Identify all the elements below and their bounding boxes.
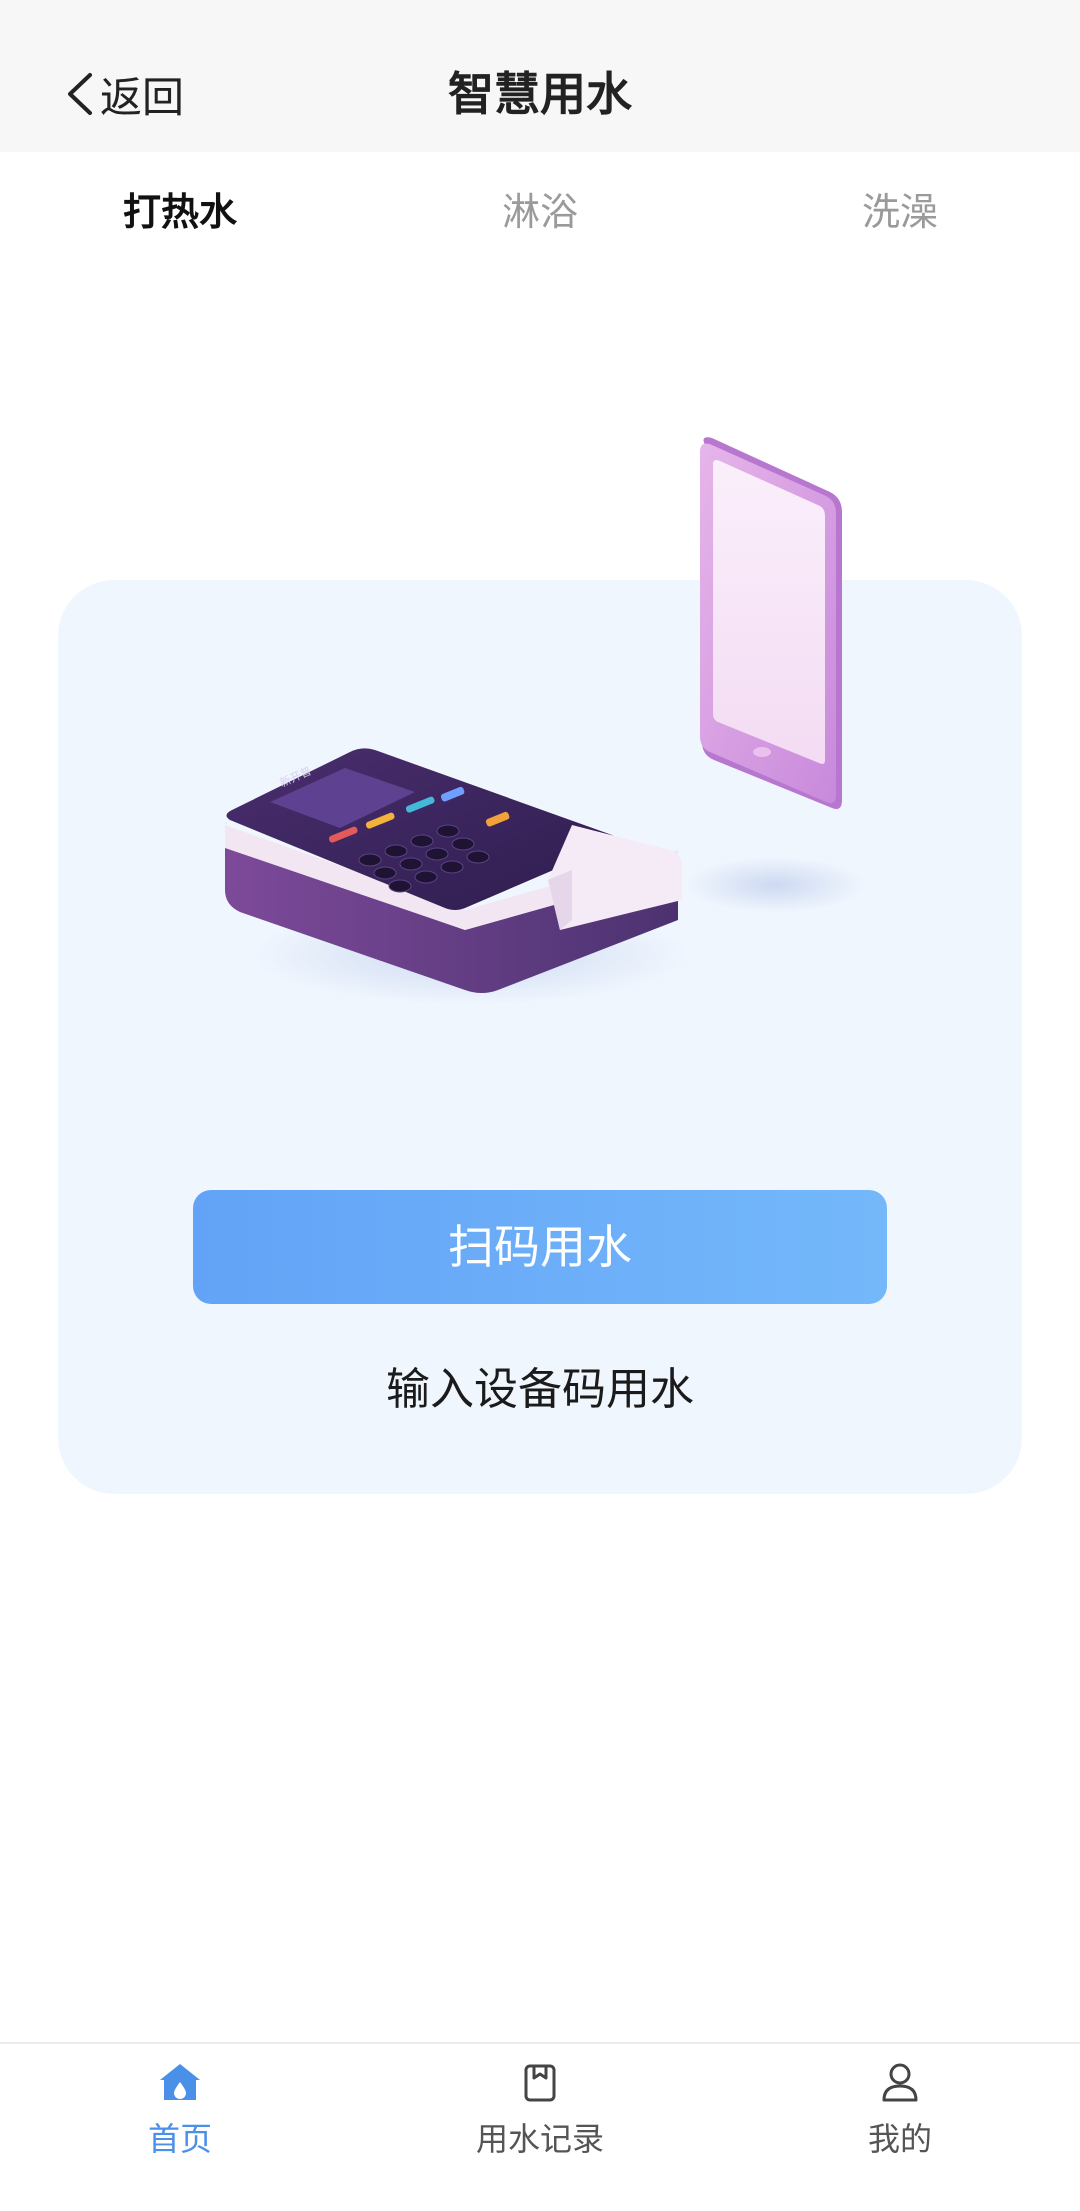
nav-item-mine[interactable]: 我的 [780, 2058, 1020, 2168]
nav-item-water-records[interactable]: 用水记录 [420, 2058, 660, 2168]
tab-bath[interactable]: 洗澡 [720, 182, 1080, 242]
nav-item-home[interactable]: 首页 [60, 2058, 300, 2168]
bottom-nav: 首页 用水记录 我的 [0, 2042, 1080, 2172]
phone-graphic [700, 437, 842, 809]
tab-hot-water[interactable]: 打热水 [0, 182, 360, 242]
user-icon [882, 2063, 918, 2102]
tab-shower[interactable]: 淋浴 [360, 182, 720, 242]
home-icon [160, 2064, 200, 2100]
top-bar: 返回 智慧用水 [0, 0, 1080, 152]
pos-terminal-phone-illustration: 新开普 [225, 437, 865, 1005]
tab-bar: 打热水 淋浴 洗澡 [0, 152, 1080, 270]
nav-label-water-records: 用水记录 [475, 2120, 604, 2158]
input-device-code-link[interactable]: 输入设备码用水 [0, 1360, 1080, 1420]
nav-label-mine: 我的 [867, 2120, 932, 2158]
scan-code-button[interactable]: 扫码用水 [193, 1190, 887, 1304]
clipboard-icon [524, 2064, 556, 2102]
nav-label-home: 首页 [147, 2120, 212, 2158]
page-title: 智慧用水 [448, 67, 632, 121]
